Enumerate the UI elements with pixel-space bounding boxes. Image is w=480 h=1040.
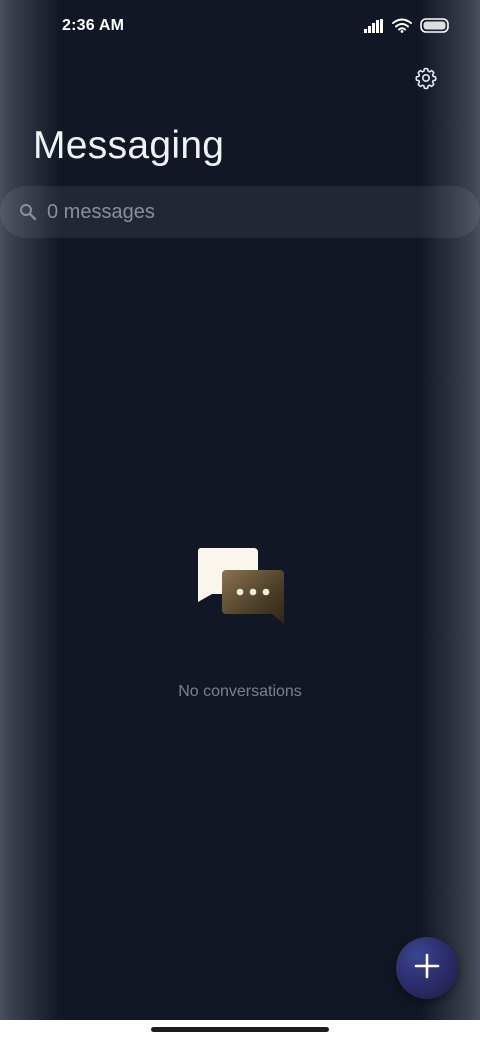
search-bar[interactable]: 0 messages	[0, 186, 480, 238]
settings-button[interactable]	[412, 66, 440, 94]
battery-icon	[420, 18, 450, 38]
page-title: Messaging	[33, 124, 225, 167]
system-nav-bar	[0, 1020, 480, 1040]
signal-icon	[364, 18, 384, 38]
new-conversation-button[interactable]	[396, 937, 458, 999]
messaging-screen: 2:36 AM Messaging 0 messages No conversa…	[0, 0, 480, 1020]
right-edge-shade	[420, 0, 480, 1020]
search-placeholder: 0 messages	[47, 201, 155, 223]
plus-icon	[414, 953, 440, 984]
status-time: 2:36 AM	[62, 17, 125, 34]
gear-icon	[414, 66, 438, 95]
empty-state-text: No conversations	[178, 683, 302, 700]
search-icon	[19, 203, 37, 221]
wifi-icon	[392, 18, 412, 38]
status-bar: 2:36 AM	[0, 0, 480, 56]
status-icons	[364, 18, 450, 38]
home-indicator[interactable]	[151, 1027, 329, 1032]
chat-bubbles-icon	[194, 546, 286, 626]
